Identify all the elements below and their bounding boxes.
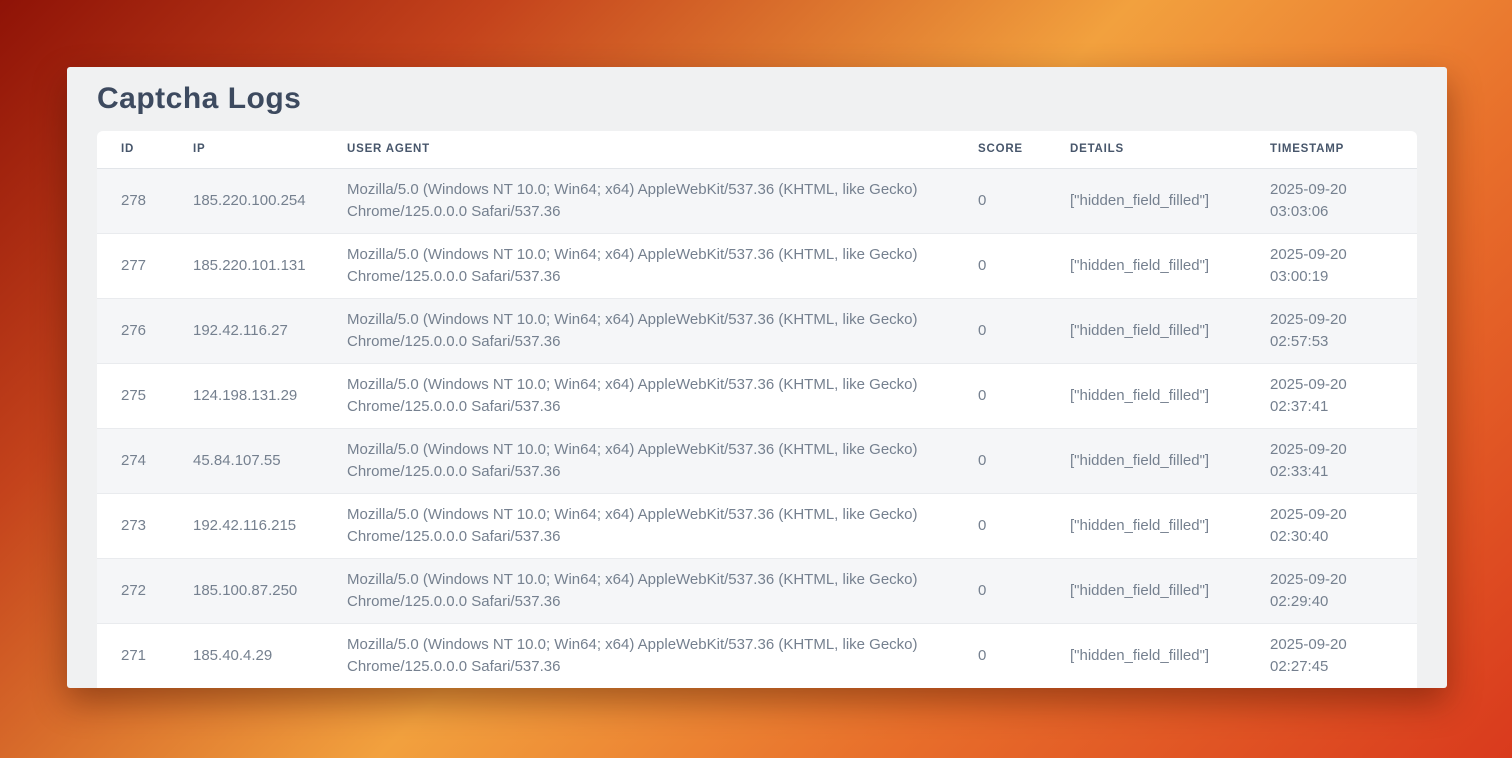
cell-details: ["hidden_field_filled"] bbox=[1070, 623, 1270, 688]
table-row: 277 185.220.101.131 Mozilla/5.0 (Windows… bbox=[97, 233, 1417, 298]
captcha-logs-table: IDIPUSER AGENTSCOREDETAILSTIMESTAMP 278 … bbox=[97, 131, 1417, 688]
table-row: 278 185.220.100.254 Mozilla/5.0 (Windows… bbox=[97, 168, 1417, 233]
cell-id: 276 bbox=[97, 298, 193, 363]
table-body: 278 185.220.100.254 Mozilla/5.0 (Windows… bbox=[97, 168, 1417, 688]
table-row: 274 45.84.107.55 Mozilla/5.0 (Windows NT… bbox=[97, 428, 1417, 493]
cell-user-agent: Mozilla/5.0 (Windows NT 10.0; Win64; x64… bbox=[347, 623, 978, 688]
captcha-logs-table-panel: IDIPUSER AGENTSCOREDETAILSTIMESTAMP 278 … bbox=[97, 131, 1417, 688]
column-header-id: ID bbox=[97, 131, 193, 168]
cell-timestamp: 2025-09-20 02:57:53 bbox=[1270, 298, 1417, 363]
cell-user-agent: Mozilla/5.0 (Windows NT 10.0; Win64; x64… bbox=[347, 558, 978, 623]
cell-score: 0 bbox=[978, 623, 1070, 688]
table-header: IDIPUSER AGENTSCOREDETAILSTIMESTAMP bbox=[97, 131, 1417, 168]
cell-user-agent: Mozilla/5.0 (Windows NT 10.0; Win64; x64… bbox=[347, 233, 978, 298]
cell-score: 0 bbox=[978, 558, 1070, 623]
column-header-user_agent: USER AGENT bbox=[347, 131, 978, 168]
captcha-logs-card: Captcha Logs IDIPUSER AGENTSCOREDETAILST… bbox=[67, 67, 1447, 688]
column-header-score: SCORE bbox=[978, 131, 1070, 168]
cell-user-agent: Mozilla/5.0 (Windows NT 10.0; Win64; x64… bbox=[347, 363, 978, 428]
cell-score: 0 bbox=[978, 493, 1070, 558]
page-title: Captcha Logs bbox=[97, 82, 1417, 115]
cell-timestamp: 2025-09-20 02:29:40 bbox=[1270, 558, 1417, 623]
table-row: 275 124.198.131.29 Mozilla/5.0 (Windows … bbox=[97, 363, 1417, 428]
table-row: 272 185.100.87.250 Mozilla/5.0 (Windows … bbox=[97, 558, 1417, 623]
cell-timestamp: 2025-09-20 03:00:19 bbox=[1270, 233, 1417, 298]
table-row: 271 185.40.4.29 Mozilla/5.0 (Windows NT … bbox=[97, 623, 1417, 688]
cell-ip: 185.100.87.250 bbox=[193, 558, 347, 623]
cell-id: 271 bbox=[97, 623, 193, 688]
cell-id: 274 bbox=[97, 428, 193, 493]
cell-details: ["hidden_field_filled"] bbox=[1070, 233, 1270, 298]
cell-id: 278 bbox=[97, 168, 193, 233]
cell-ip: 192.42.116.215 bbox=[193, 493, 347, 558]
table-header-row: IDIPUSER AGENTSCOREDETAILSTIMESTAMP bbox=[97, 131, 1417, 168]
table-row: 276 192.42.116.27 Mozilla/5.0 (Windows N… bbox=[97, 298, 1417, 363]
cell-ip: 185.40.4.29 bbox=[193, 623, 347, 688]
cell-user-agent: Mozilla/5.0 (Windows NT 10.0; Win64; x64… bbox=[347, 168, 978, 233]
cell-score: 0 bbox=[978, 168, 1070, 233]
cell-timestamp: 2025-09-20 02:37:41 bbox=[1270, 363, 1417, 428]
cell-details: ["hidden_field_filled"] bbox=[1070, 428, 1270, 493]
cell-timestamp: 2025-09-20 02:27:45 bbox=[1270, 623, 1417, 688]
cell-id: 277 bbox=[97, 233, 193, 298]
cell-ip: 192.42.116.27 bbox=[193, 298, 347, 363]
cell-id: 275 bbox=[97, 363, 193, 428]
cell-ip: 185.220.100.254 bbox=[193, 168, 347, 233]
cell-user-agent: Mozilla/5.0 (Windows NT 10.0; Win64; x64… bbox=[347, 493, 978, 558]
cell-score: 0 bbox=[978, 298, 1070, 363]
cell-details: ["hidden_field_filled"] bbox=[1070, 363, 1270, 428]
cell-timestamp: 2025-09-20 02:33:41 bbox=[1270, 428, 1417, 493]
cell-details: ["hidden_field_filled"] bbox=[1070, 168, 1270, 233]
cell-timestamp: 2025-09-20 02:30:40 bbox=[1270, 493, 1417, 558]
cell-details: ["hidden_field_filled"] bbox=[1070, 493, 1270, 558]
column-header-timestamp: TIMESTAMP bbox=[1270, 131, 1417, 168]
cell-id: 272 bbox=[97, 558, 193, 623]
cell-ip: 124.198.131.29 bbox=[193, 363, 347, 428]
cell-user-agent: Mozilla/5.0 (Windows NT 10.0; Win64; x64… bbox=[347, 298, 978, 363]
column-header-ip: IP bbox=[193, 131, 347, 168]
cell-details: ["hidden_field_filled"] bbox=[1070, 298, 1270, 363]
cell-timestamp: 2025-09-20 03:03:06 bbox=[1270, 168, 1417, 233]
captcha-logs-page: { "page": { "title": "Captcha Logs" }, "… bbox=[0, 0, 1512, 758]
cell-id: 273 bbox=[97, 493, 193, 558]
cell-score: 0 bbox=[978, 428, 1070, 493]
table-row: 273 192.42.116.215 Mozilla/5.0 (Windows … bbox=[97, 493, 1417, 558]
column-header-details: DETAILS bbox=[1070, 131, 1270, 168]
cell-ip: 185.220.101.131 bbox=[193, 233, 347, 298]
cell-ip: 45.84.107.55 bbox=[193, 428, 347, 493]
cell-score: 0 bbox=[978, 363, 1070, 428]
cell-score: 0 bbox=[978, 233, 1070, 298]
cell-user-agent: Mozilla/5.0 (Windows NT 10.0; Win64; x64… bbox=[347, 428, 978, 493]
cell-details: ["hidden_field_filled"] bbox=[1070, 558, 1270, 623]
